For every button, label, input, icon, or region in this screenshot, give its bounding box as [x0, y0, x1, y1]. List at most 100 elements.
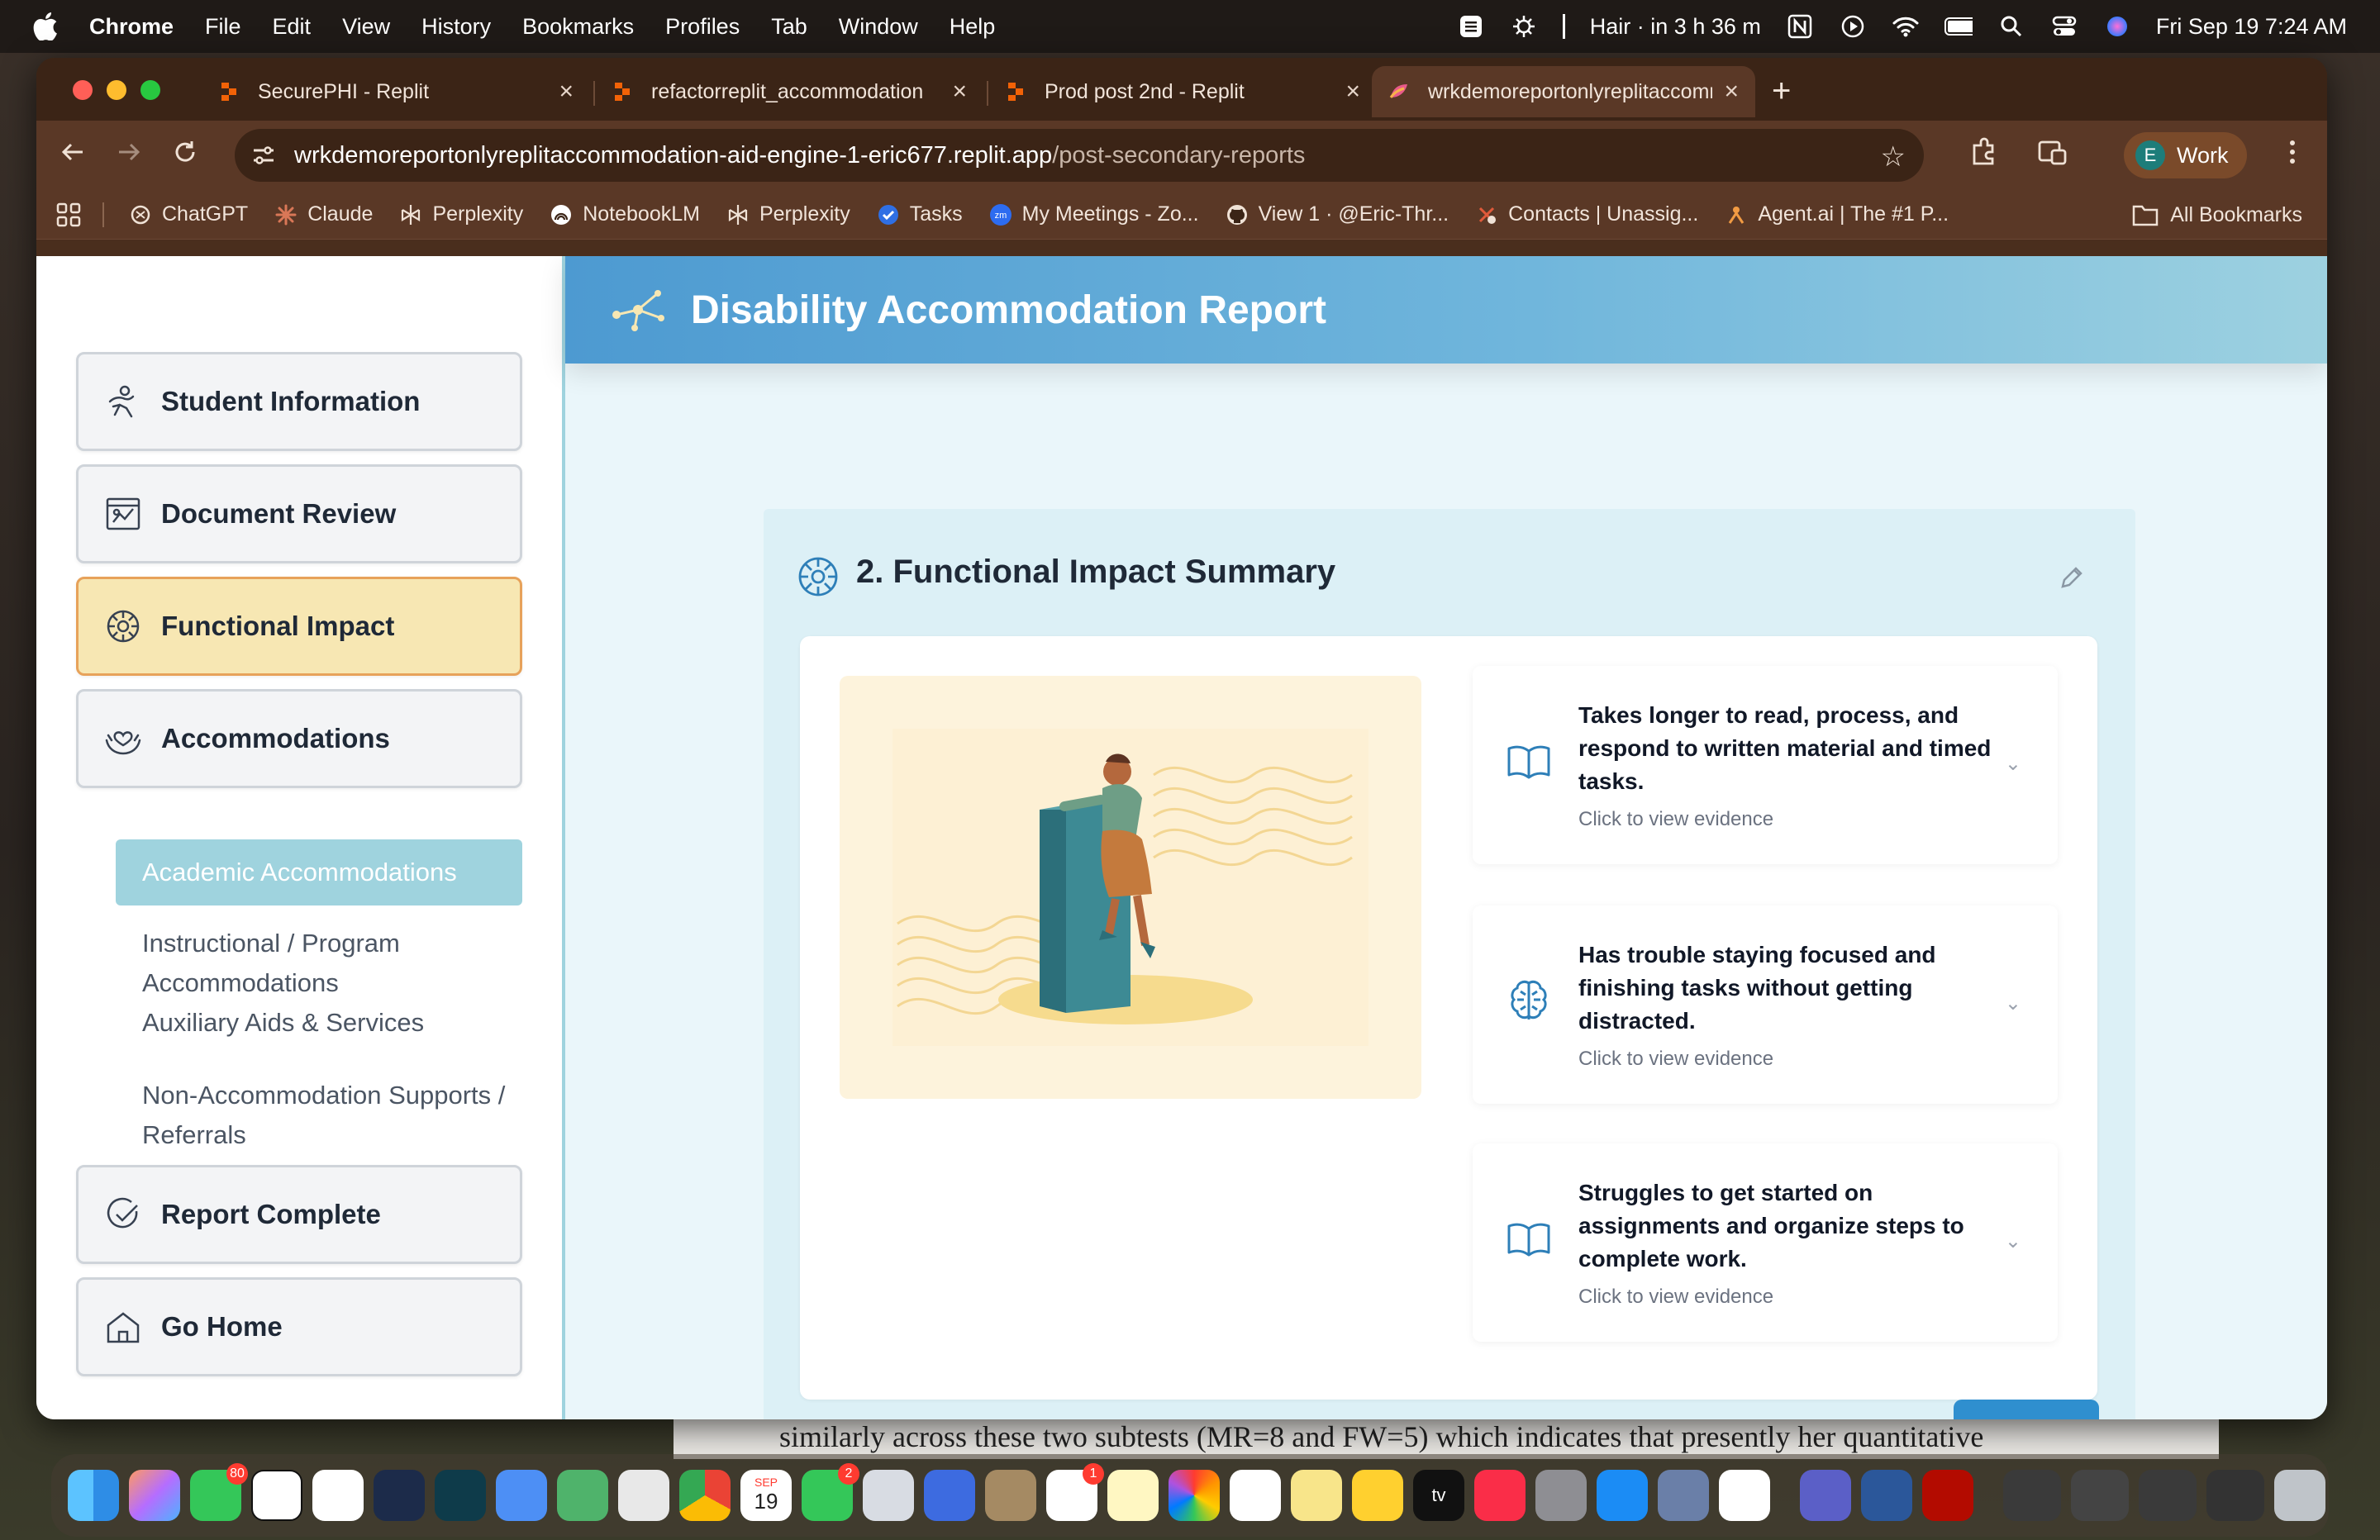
- menu-app-name[interactable]: Chrome: [89, 14, 174, 40]
- fantastical-dock-icon[interactable]: [312, 1470, 364, 1521]
- word-dock-icon[interactable]: [1861, 1470, 1912, 1521]
- bug-menu-icon[interactable]: [1510, 12, 1538, 40]
- forward-button[interactable]: [112, 139, 145, 172]
- profile-button[interactable]: E Work: [2124, 132, 2247, 178]
- tab-close-icon[interactable]: ×: [559, 78, 574, 106]
- all-bookmarks-button[interactable]: All Bookmarks: [2132, 190, 2302, 240]
- menu-file[interactable]: File: [205, 14, 241, 40]
- teams-dock-icon[interactable]: [1800, 1470, 1851, 1521]
- tab-prod-post-2nd[interactable]: Prod post 2nd - Replit ×: [988, 66, 1377, 117]
- chrome-dock-icon[interactable]: [679, 1470, 731, 1521]
- xcode-instruments-dock-icon[interactable]: [618, 1470, 669, 1521]
- minimize-window-button[interactable]: [107, 80, 126, 100]
- bookmark-star-icon[interactable]: ☆: [1881, 140, 1906, 173]
- tab-securephi[interactable]: SecurePHI - Replit ×: [202, 66, 590, 117]
- stickies-dock-icon[interactable]: [1291, 1470, 1342, 1521]
- arc-dock-icon[interactable]: [374, 1470, 425, 1521]
- bookmark-contacts[interactable]: Contacts | Unassig...: [1475, 202, 1698, 226]
- new-tab-button[interactable]: +: [1772, 73, 1791, 110]
- miro-dock-icon[interactable]: [1352, 1470, 1403, 1521]
- battery-icon[interactable]: [1944, 12, 1973, 40]
- nav-report-complete[interactable]: Report Complete: [76, 1165, 522, 1264]
- subnav-academic-accommodations[interactable]: Academic Accommodations: [116, 839, 522, 905]
- view-evidence-link[interactable]: Click to view evidence: [1578, 1286, 1773, 1309]
- menu-window[interactable]: Window: [839, 14, 918, 40]
- chevron-down-icon[interactable]: ⌄: [2005, 991, 2021, 1015]
- apple-tv-dock-icon[interactable]: tv: [1413, 1470, 1464, 1521]
- acrobat-dock-icon[interactable]: [1922, 1470, 1973, 1521]
- bookmark-github[interactable]: View 1 · @Eric-Thr...: [1226, 202, 1449, 226]
- trash-dock-icon[interactable]: [2274, 1470, 2325, 1521]
- nav-student-information[interactable]: Student Information: [76, 352, 522, 451]
- bookmark-claude[interactable]: Claude: [274, 202, 373, 226]
- bookmark-perplexity-2[interactable]: Perplexity: [726, 202, 850, 226]
- apps-grid-icon[interactable]: [56, 202, 81, 227]
- chatgpt-dock-icon[interactable]: [1230, 1470, 1281, 1521]
- subnav-instructional-program[interactable]: Instructional / Program Accommodations: [142, 924, 506, 1003]
- bookmark-tasks[interactable]: Tasks: [877, 202, 963, 226]
- notion-dock-icon[interactable]: [251, 1470, 302, 1521]
- menubar-clock[interactable]: Fri Sep 19 7:24 AM: [2156, 14, 2347, 40]
- spotlight-search-icon[interactable]: [1997, 12, 2025, 40]
- music-dock-icon[interactable]: [1474, 1470, 1526, 1521]
- view-evidence-link[interactable]: Click to view evidence: [1578, 808, 1773, 831]
- system-settings-dock-icon[interactable]: [1535, 1470, 1587, 1521]
- view-evidence-link[interactable]: Click to view evidence: [1578, 1048, 1773, 1071]
- nav-accommodations[interactable]: Accommodations: [76, 689, 522, 788]
- tab-search-icon[interactable]: [2036, 137, 2069, 170]
- recent-window-thumbnail[interactable]: [2139, 1470, 2197, 1521]
- wifi-icon[interactable]: [1892, 12, 1920, 40]
- bookmark-notebooklm[interactable]: NotebookLM: [550, 202, 700, 226]
- menu-bookmarks[interactable]: Bookmarks: [522, 14, 634, 40]
- notes-dock-icon[interactable]: [1107, 1470, 1159, 1521]
- nav-document-review[interactable]: Document Review: [76, 464, 522, 563]
- app-store-dock-icon[interactable]: [1597, 1470, 1648, 1521]
- bookmark-perplexity[interactable]: Perplexity: [399, 202, 523, 226]
- bookmark-zoom-meetings[interactable]: zm My Meetings - Zo...: [989, 202, 1199, 226]
- recent-window-thumbnail[interactable]: [2206, 1470, 2264, 1521]
- menu-edit[interactable]: Edit: [273, 14, 312, 40]
- menu-profiles[interactable]: Profiles: [665, 14, 740, 40]
- subnav-non-accommodation-supports[interactable]: Non-Accommodation Supports / Referrals: [142, 1076, 506, 1155]
- messages-dock-icon[interactable]: 80: [190, 1463, 248, 1521]
- siri-icon[interactable]: [2103, 12, 2131, 40]
- iphone-mirroring-dock-icon[interactable]: [1658, 1470, 1709, 1521]
- tab-close-icon[interactable]: ×: [1724, 78, 1739, 106]
- calendar-event-text[interactable]: Hair · in 3 h 36 m: [1590, 14, 1761, 40]
- recent-window-thumbnail[interactable]: [2071, 1470, 2129, 1521]
- contacts-dock-icon[interactable]: [985, 1470, 1036, 1521]
- notes-menu-icon[interactable]: [1457, 12, 1485, 40]
- more-menu-icon[interactable]: [2276, 139, 2309, 172]
- tab-close-icon[interactable]: ×: [952, 78, 967, 106]
- menu-history[interactable]: History: [421, 14, 491, 40]
- nav-functional-impact[interactable]: Functional Impact: [76, 577, 522, 676]
- back-button[interactable]: [56, 139, 89, 172]
- address-bar[interactable]: wrkdemoreportonlyreplitaccommodation-aid…: [235, 129, 1924, 182]
- nav-go-home[interactable]: Go Home: [76, 1277, 522, 1376]
- notchmeister-dock-icon[interactable]: [924, 1470, 975, 1521]
- play-menu-icon[interactable]: [1839, 12, 1867, 40]
- tab-wrkdemoreport-active[interactable]: wrkdemoreportonlyreplitaccommodation ×: [1372, 66, 1755, 117]
- edit-pencil-icon[interactable]: [2058, 563, 2086, 592]
- photos-dock-icon[interactable]: [1169, 1470, 1220, 1521]
- launchpad-dock-icon[interactable]: [129, 1470, 180, 1521]
- notion-menu-icon[interactable]: [1786, 12, 1814, 40]
- impact-item-reading[interactable]: Takes longer to read, process, and respo…: [1473, 666, 2058, 864]
- bookmark-agent-ai[interactable]: Agent.ai | The #1 P...: [1725, 202, 1949, 226]
- recent-window-thumbnail[interactable]: [2003, 1470, 2061, 1521]
- slack-dock-icon[interactable]: [1719, 1470, 1770, 1521]
- maps-dock-icon[interactable]: [557, 1470, 608, 1521]
- continue-button[interactable]: [1954, 1400, 2099, 1419]
- control-center-icon[interactable]: [2050, 12, 2078, 40]
- impact-item-organization[interactable]: Struggles to get started on assignments …: [1473, 1143, 2058, 1342]
- chevron-down-icon[interactable]: ⌄: [2005, 752, 2021, 776]
- mail-dock-icon[interactable]: [496, 1470, 547, 1521]
- close-window-button[interactable]: [73, 80, 93, 100]
- menu-view[interactable]: View: [342, 14, 390, 40]
- chevron-down-icon[interactable]: ⌄: [2005, 1229, 2021, 1253]
- extensions-icon[interactable]: [1967, 137, 2000, 170]
- apple-logo-icon[interactable]: [33, 12, 63, 41]
- tab-refactorreplit[interactable]: refactorreplit_accommodation ×: [595, 66, 983, 117]
- menu-help[interactable]: Help: [950, 14, 996, 40]
- bookmark-chatgpt[interactable]: ChatGPT: [129, 202, 248, 226]
